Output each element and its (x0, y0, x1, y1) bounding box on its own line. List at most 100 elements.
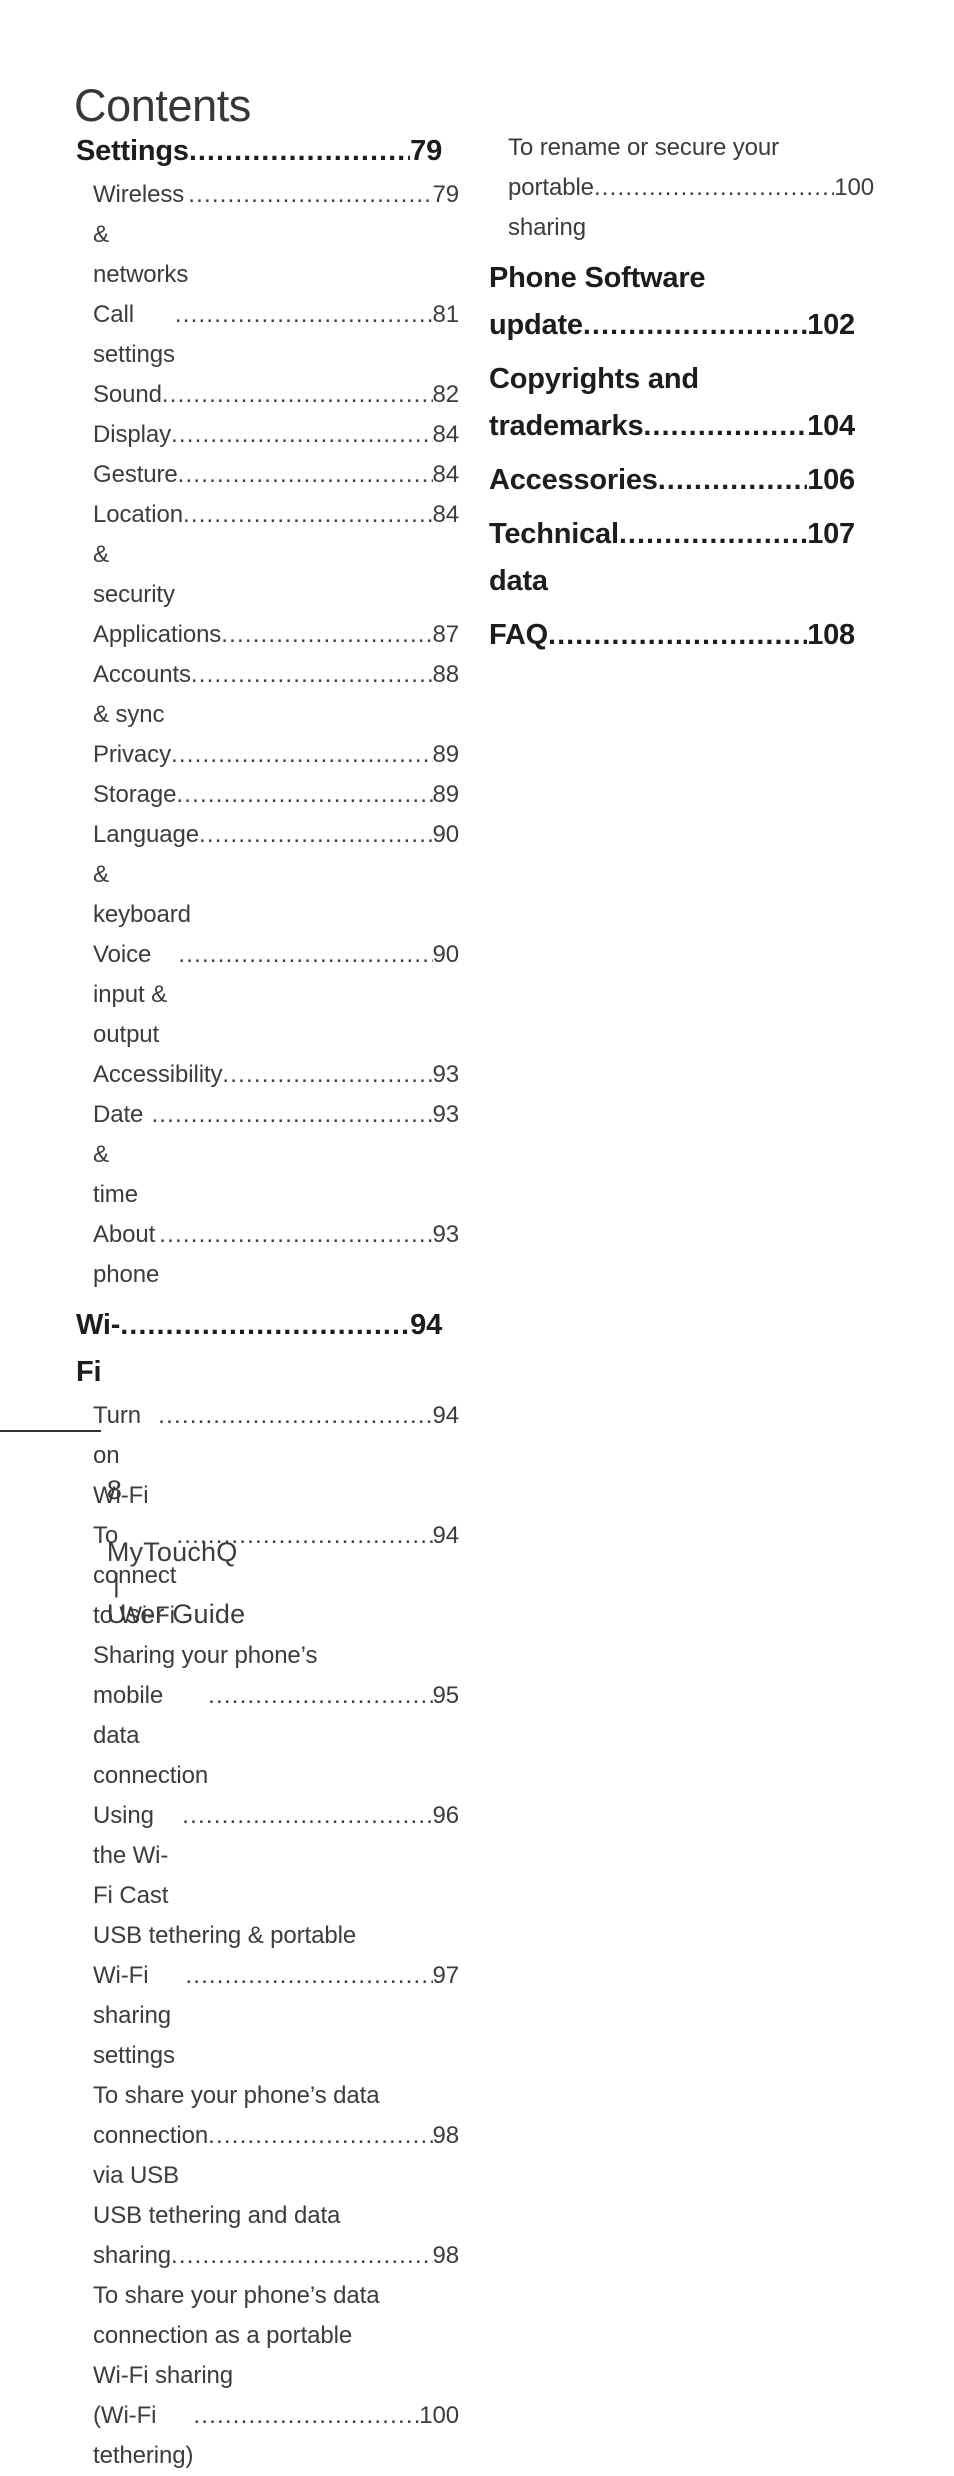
toc-entry-row: Call settings...........................… (93, 295, 459, 375)
toc-entry-row: (Wi-Fi tethering).......................… (93, 2396, 459, 2476)
toc-entry-section[interactable]: Gesture ................................… (76, 455, 459, 495)
toc-entry-section[interactable]: USB tethering & portable Wi-Fi sharing se… (76, 1916, 459, 2076)
toc-entry-label: Date & time (93, 1101, 150, 1208)
toc-entry-section[interactable]: Display ................................… (76, 415, 459, 455)
toc-entry-section[interactable]: Location & security ....................… (76, 495, 459, 615)
toc-entry-chapter[interactable]: Phone Software update....................… (489, 255, 855, 349)
toc-entry-row: trademarks .............................… (489, 403, 855, 450)
toc-entry-row: mobile data connection..................… (93, 1676, 459, 1796)
toc-entry-page-number: 94 (432, 1522, 460, 1549)
toc-entry-label: trademarks (489, 410, 652, 442)
toc-entry-chapter[interactable]: Settings................................… (76, 128, 442, 175)
toc-entry-label-line: To share your phone’s data (93, 2282, 380, 2309)
toc-entry-chapter[interactable]: Copyrights and trademarks ...............… (489, 356, 855, 450)
toc-entry-section[interactable]: Language & keyboard.....................… (76, 815, 459, 935)
toc-entry-section[interactable]: Call settings...........................… (76, 295, 459, 375)
toc-entry-label: Display (93, 421, 178, 448)
toc-column-left: Settings................................… (76, 128, 459, 2476)
toc-leader-dots: ........................................… (208, 1682, 432, 1709)
toc-entry-page-number: 98 (432, 2122, 460, 2149)
toc-entry-page-number: 107 (807, 518, 855, 550)
toc-entry-page-number: 84 (432, 421, 460, 448)
toc-leader-dots: ........................................… (159, 1221, 433, 1248)
toc-entry-label: (Wi-Fi tethering) (93, 2402, 194, 2469)
toc-entry-section[interactable]: To share your phone’s data connection via… (76, 2076, 459, 2196)
toc-entry-row: sharing ................................… (93, 2236, 459, 2276)
toc-entry-chapter[interactable]: Accessories ............................… (489, 457, 855, 504)
toc-entry-page-number: 79 (432, 181, 460, 208)
toc-entry-page-number: 108 (807, 619, 855, 651)
toc-entry-page-number: 90 (432, 941, 460, 968)
toc-leader-dots: ........................................… (161, 381, 433, 408)
toc-entry-label: Storage (93, 781, 183, 808)
toc-entry-page-number: 93 (432, 1221, 460, 1248)
toc-entry-row: portable sharing........................… (508, 168, 874, 248)
toc-entry-row: Settings................................… (76, 128, 442, 175)
toc-entry-label: About phone (93, 1221, 162, 1288)
toc-leader-dots: ........................................… (182, 1802, 432, 1829)
toc-leader-dots: ........................................… (182, 501, 433, 528)
toc-leader-dots: ........................................… (158, 1402, 433, 1429)
toc-entry-section[interactable]: Applications............................… (76, 615, 459, 655)
toc-leader-dots: ........................................… (208, 2122, 432, 2149)
toc-entry-page-number: 96 (432, 1802, 460, 1829)
toc-entry-chapter[interactable]: Wi-Fi...................................… (76, 1302, 442, 1396)
toc-entry-label: Voice input & output (93, 941, 174, 1048)
toc-entry-section[interactable]: Privacy.................................… (76, 735, 459, 775)
toc-entry-chapter[interactable]: FAQ ....................................… (489, 612, 855, 659)
toc-entry-row: Using the Wi-Fi Cast ...................… (93, 1796, 459, 1916)
toc-entry-section[interactable]: Wireless & networks.....................… (76, 175, 459, 295)
toc-entry-label: portable sharing (508, 174, 601, 241)
toc-leader-dots: ........................................… (171, 2242, 432, 2269)
toc-entry-section[interactable]: To rename or secure your portable sharing… (489, 128, 874, 248)
toc-entry-row: Accounts & sync ........................… (93, 655, 459, 735)
toc-entry-row: Wi-Fi...................................… (76, 1302, 442, 1396)
toc-entry-label: FAQ (489, 619, 556, 651)
toc-entry-page-number: 93 (432, 1101, 460, 1128)
toc-entry-row: Accessories ............................… (489, 457, 855, 504)
toc-entry-label: Location & security (93, 501, 190, 608)
footer-product-name: MyTouchQ (106, 1537, 238, 1567)
toc-entry-section[interactable]: To share your phone’s data connection as … (76, 2276, 459, 2476)
toc-entry-page-number: 97 (432, 1962, 460, 1989)
toc-entry-page-number: 79 (410, 135, 442, 167)
toc-leader-dots: ........................................… (176, 781, 432, 808)
toc-entry-section[interactable]: Storage ................................… (76, 775, 459, 815)
toc-entry-section[interactable]: USB tethering and data sharing ..........… (76, 2196, 459, 2276)
toc-entry-label: Wi-Fi sharing settings (93, 1962, 182, 2069)
toc-leader-dots: ........................................… (188, 181, 433, 208)
footer-separator: | (112, 1568, 121, 1598)
toc-entry-section[interactable]: Accounts & sync ........................… (76, 655, 459, 735)
toc-entry-page-number: 98 (432, 2242, 460, 2269)
toc-entry-row: Language & keyboard.....................… (93, 815, 459, 935)
toc-entry-section[interactable]: About phone.............................… (76, 1215, 459, 1295)
toc-entry-row: update..................................… (489, 302, 855, 349)
toc-entry-page-number: 89 (432, 781, 460, 808)
toc-entry-section[interactable]: Using the Wi-Fi Cast ...................… (76, 1796, 459, 1916)
toc-leader-dots: ........................................… (198, 821, 433, 848)
toc-entry-label-line: Wi-Fi sharing (93, 2362, 234, 2389)
toc-entry-row: Voice input & output....................… (93, 935, 459, 1055)
toc-entry-section[interactable]: Accessibility...........................… (76, 1055, 459, 1095)
toc-entry-section[interactable]: Sound...................................… (76, 375, 459, 415)
toc-leader-dots: ........................................… (221, 621, 433, 648)
document-page: Contents Settings.......................… (0, 0, 954, 2469)
toc-entry-page-number: 95 (432, 1682, 460, 1709)
toc-entry-page-number: 88 (432, 661, 460, 688)
toc-entry-row: Privacy.................................… (93, 735, 459, 775)
toc-leader-dots: ........................................… (618, 518, 807, 550)
toc-entry-chapter[interactable]: Technical data .........................… (489, 511, 855, 605)
toc-entry-label-line: Copyrights and (489, 363, 699, 395)
toc-entry-section[interactable]: Voice input & output....................… (76, 935, 459, 1055)
toc-leader-dots: ........................................… (171, 421, 433, 448)
toc-leader-dots: ........................................… (188, 135, 410, 167)
toc-entry-section[interactable]: Date & time ............................… (76, 1095, 459, 1215)
toc-entry-row: Location & security ....................… (93, 495, 459, 615)
toc-entry-row: Date & time ............................… (93, 1095, 459, 1215)
toc-entry-label: Privacy (93, 741, 171, 768)
toc-entry-label: Gesture (93, 461, 191, 488)
toc-entry-row: Technical data .........................… (489, 511, 855, 605)
toc-entry-label: Call settings (93, 301, 175, 368)
toc-leader-dots: ........................................… (120, 1309, 411, 1341)
toc-leader-dots: ........................................… (174, 301, 433, 328)
